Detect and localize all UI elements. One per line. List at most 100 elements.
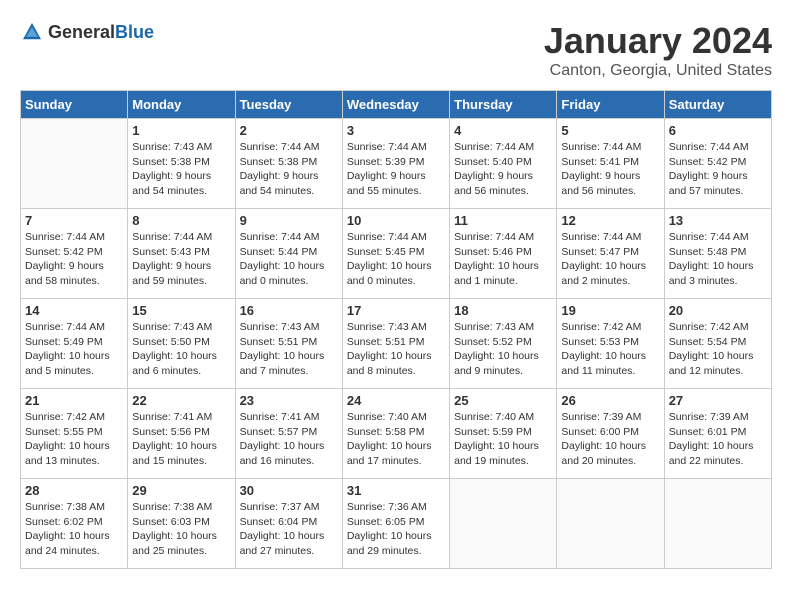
day-number: 13 (669, 213, 767, 228)
day-info: Sunrise: 7:39 AM Sunset: 6:00 PM Dayligh… (561, 410, 659, 469)
day-cell: 31Sunrise: 7:36 AM Sunset: 6:05 PM Dayli… (342, 479, 449, 569)
month-title: January 2024 (544, 20, 772, 62)
day-number: 6 (669, 123, 767, 138)
day-number: 27 (669, 393, 767, 408)
day-info: Sunrise: 7:42 AM Sunset: 5:54 PM Dayligh… (669, 320, 767, 379)
day-number: 26 (561, 393, 659, 408)
day-cell: 6 Sunrise: 7:44 AM Sunset: 5:42 PM Daylig… (664, 119, 771, 209)
weekday-header-friday: Friday (557, 91, 664, 119)
day-cell: 27 Sunrise: 7:39 AM Sunset: 6:01 PM Dayli… (664, 389, 771, 479)
day-cell: 3 Sunrise: 7:44 AM Sunset: 5:39 PM Daylig… (342, 119, 449, 209)
day-number: 12 (561, 213, 659, 228)
day-number: 23 (240, 393, 338, 408)
location-title: Canton, Georgia, United States (544, 62, 772, 80)
day-cell (557, 479, 664, 569)
day-cell (664, 479, 771, 569)
day-cell: 4 Sunrise: 7:44 AM Sunset: 5:40 PM Daylig… (450, 119, 557, 209)
day-cell: 19 Sunrise: 7:42 AM Sunset: 5:53 PM Dayli… (557, 299, 664, 389)
day-cell: 2 Sunrise: 7:44 AM Sunset: 5:38 PM Daylig… (235, 119, 342, 209)
day-info: Sunrise: 7:39 AM Sunset: 6:01 PM Dayligh… (669, 410, 767, 469)
week-row-4: 21 Sunrise: 7:42 AM Sunset: 5:55 PM Dayli… (21, 389, 772, 479)
day-info: Sunrise: 7:43 AM Sunset: 5:51 PM Dayligh… (240, 320, 338, 379)
weekday-header-row: SundayMondayTuesdayWednesdayThursdayFrid… (21, 91, 772, 119)
day-number: 9 (240, 213, 338, 228)
day-number: 14 (25, 303, 123, 318)
day-info: Sunrise: 7:44 AM Sunset: 5:41 PM Dayligh… (561, 140, 659, 199)
day-info: Sunrise: 7:44 AM Sunset: 5:43 PM Dayligh… (132, 230, 230, 289)
day-number: 3 (347, 123, 445, 138)
day-info: Sunrise: 7:44 AM Sunset: 5:49 PM Dayligh… (25, 320, 123, 379)
day-info: Sunrise: 7:41 AM Sunset: 5:56 PM Dayligh… (132, 410, 230, 469)
day-cell: 18 Sunrise: 7:43 AM Sunset: 5:52 PM Dayli… (450, 299, 557, 389)
day-cell: 21 Sunrise: 7:42 AM Sunset: 5:55 PM Dayli… (21, 389, 128, 479)
calendar-table: SundayMondayTuesdayWednesdayThursdayFrid… (20, 90, 772, 569)
day-cell (21, 119, 128, 209)
weekday-header-saturday: Saturday (664, 91, 771, 119)
day-info: Sunrise: 7:44 AM Sunset: 5:42 PM Dayligh… (669, 140, 767, 199)
day-number: 10 (347, 213, 445, 228)
day-cell: 13 Sunrise: 7:44 AM Sunset: 5:48 PM Dayli… (664, 209, 771, 299)
week-row-3: 14 Sunrise: 7:44 AM Sunset: 5:49 PM Dayli… (21, 299, 772, 389)
day-info: Sunrise: 7:44 AM Sunset: 5:39 PM Dayligh… (347, 140, 445, 199)
day-info: Sunrise: 7:41 AM Sunset: 5:57 PM Dayligh… (240, 410, 338, 469)
day-number: 5 (561, 123, 659, 138)
day-number: 16 (240, 303, 338, 318)
day-info: Sunrise: 7:42 AM Sunset: 5:55 PM Dayligh… (25, 410, 123, 469)
day-cell: 20 Sunrise: 7:42 AM Sunset: 5:54 PM Dayli… (664, 299, 771, 389)
day-cell: 25Sunrise: 7:40 AM Sunset: 5:59 PM Dayli… (450, 389, 557, 479)
week-row-5: 28Sunrise: 7:38 AM Sunset: 6:02 PM Dayli… (21, 479, 772, 569)
day-number: 21 (25, 393, 123, 408)
day-info: Sunrise: 7:44 AM Sunset: 5:40 PM Dayligh… (454, 140, 552, 199)
weekday-header-monday: Monday (128, 91, 235, 119)
day-info: Sunrise: 7:44 AM Sunset: 5:42 PM Dayligh… (25, 230, 123, 289)
day-cell: 7Sunrise: 7:44 AM Sunset: 5:42 PM Daylig… (21, 209, 128, 299)
day-info: Sunrise: 7:38 AM Sunset: 6:03 PM Dayligh… (132, 500, 230, 559)
page-header: GeneralBlue January 2024 Canton, Georgia… (20, 20, 772, 80)
logo-general-text: General (48, 22, 115, 42)
day-number: 19 (561, 303, 659, 318)
day-info: Sunrise: 7:43 AM Sunset: 5:50 PM Dayligh… (132, 320, 230, 379)
weekday-header-thursday: Thursday (450, 91, 557, 119)
day-info: Sunrise: 7:37 AM Sunset: 6:04 PM Dayligh… (240, 500, 338, 559)
day-cell: 29 Sunrise: 7:38 AM Sunset: 6:03 PM Dayli… (128, 479, 235, 569)
day-number: 30 (240, 483, 338, 498)
day-number: 22 (132, 393, 230, 408)
day-info: Sunrise: 7:42 AM Sunset: 5:53 PM Dayligh… (561, 320, 659, 379)
day-number: 29 (132, 483, 230, 498)
day-number: 4 (454, 123, 552, 138)
day-info: Sunrise: 7:44 AM Sunset: 5:45 PM Dayligh… (347, 230, 445, 289)
day-number: 17 (347, 303, 445, 318)
day-number: 18 (454, 303, 552, 318)
day-number: 24 (347, 393, 445, 408)
day-number: 15 (132, 303, 230, 318)
day-info: Sunrise: 7:44 AM Sunset: 5:46 PM Dayligh… (454, 230, 552, 289)
day-cell: 30 Sunrise: 7:37 AM Sunset: 6:04 PM Dayli… (235, 479, 342, 569)
day-cell: 24 Sunrise: 7:40 AM Sunset: 5:58 PM Dayli… (342, 389, 449, 479)
day-cell: 16 Sunrise: 7:43 AM Sunset: 5:51 PM Dayli… (235, 299, 342, 389)
day-cell: 8 Sunrise: 7:44 AM Sunset: 5:43 PM Daylig… (128, 209, 235, 299)
day-number: 8 (132, 213, 230, 228)
logo-blue-text: Blue (115, 22, 154, 42)
day-number: 20 (669, 303, 767, 318)
day-info: Sunrise: 7:44 AM Sunset: 5:38 PM Dayligh… (240, 140, 338, 199)
logo: GeneralBlue (20, 20, 154, 44)
day-info: Sunrise: 7:44 AM Sunset: 5:48 PM Dayligh… (669, 230, 767, 289)
day-number: 2 (240, 123, 338, 138)
day-info: Sunrise: 7:40 AM Sunset: 5:59 PM Dayligh… (454, 410, 552, 469)
day-cell: 5 Sunrise: 7:44 AM Sunset: 5:41 PM Daylig… (557, 119, 664, 209)
day-info: Sunrise: 7:40 AM Sunset: 5:58 PM Dayligh… (347, 410, 445, 469)
day-info: Sunrise: 7:43 AM Sunset: 5:52 PM Dayligh… (454, 320, 552, 379)
day-number: 1 (132, 123, 230, 138)
day-number: 28 (25, 483, 123, 498)
logo-icon (20, 20, 44, 44)
day-cell: 28Sunrise: 7:38 AM Sunset: 6:02 PM Dayli… (21, 479, 128, 569)
day-cell: 23 Sunrise: 7:41 AM Sunset: 5:57 PM Dayli… (235, 389, 342, 479)
day-cell: 1Sunrise: 7:43 AM Sunset: 5:38 PM Daylig… (128, 119, 235, 209)
weekday-header-wednesday: Wednesday (342, 91, 449, 119)
day-cell: 12Sunrise: 7:44 AM Sunset: 5:47 PM Dayli… (557, 209, 664, 299)
day-info: Sunrise: 7:36 AM Sunset: 6:05 PM Dayligh… (347, 500, 445, 559)
week-row-1: 1Sunrise: 7:43 AM Sunset: 5:38 PM Daylig… (21, 119, 772, 209)
title-area: January 2024 Canton, Georgia, United Sta… (544, 20, 772, 80)
day-cell: 26 Sunrise: 7:39 AM Sunset: 6:00 PM Dayli… (557, 389, 664, 479)
weekday-header-tuesday: Tuesday (235, 91, 342, 119)
